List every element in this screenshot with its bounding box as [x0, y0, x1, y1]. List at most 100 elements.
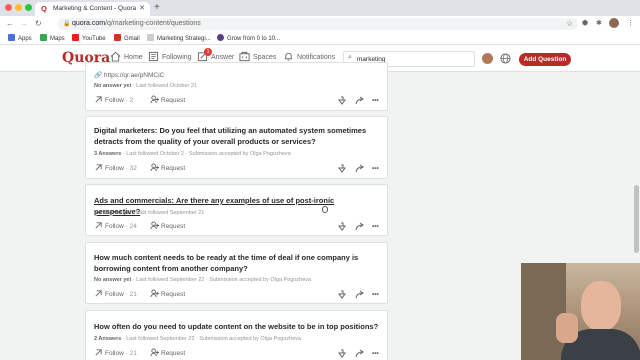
request-icon: [150, 348, 159, 357]
question-title[interactable]: How often do you need to update content …: [94, 322, 382, 333]
puzzle-icon[interactable]: ✱: [596, 19, 602, 29]
question-meta: No answer yet · Last followed September …: [94, 210, 205, 216]
follow-icon: [95, 96, 102, 103]
share-icon[interactable]: [355, 222, 365, 232]
bookmark-apps[interactable]: Apps: [8, 34, 32, 44]
downvote-icon[interactable]: [337, 164, 347, 174]
bookmark-gmail[interactable]: Gmail: [114, 34, 140, 44]
follow-icon: [95, 222, 102, 229]
more-icon[interactable]: •••: [372, 289, 379, 301]
bookmarks-bar: Apps Maps YouTube Gmail Marketing Strate…: [0, 32, 640, 45]
follow-icon: [95, 290, 102, 297]
url-path: /q/marketing-content/questions: [105, 20, 201, 27]
spaces-icon: [239, 51, 250, 62]
follow-icon: [95, 164, 102, 171]
follow-button[interactable]: Follow · 2: [94, 95, 133, 107]
youtube-icon: [72, 34, 79, 41]
grow-icon: [217, 34, 224, 41]
question-link[interactable]: 🔗 https://qr.ae/pNMCiC: [94, 71, 164, 79]
forward-icon[interactable]: →: [20, 18, 28, 30]
downvote-icon[interactable]: [337, 349, 347, 359]
browser-tab[interactable]: Q Marketing & Content - Quora ✕: [35, 2, 150, 16]
following-icon: [148, 51, 159, 62]
follow-button[interactable]: Follow · 24: [94, 221, 137, 233]
request-button[interactable]: Request: [150, 348, 185, 360]
downvote-icon[interactable]: [337, 222, 347, 232]
reload-icon[interactable]: ↻: [35, 18, 42, 30]
question-actions: Follow · 24 Request •••: [94, 221, 379, 233]
question-title[interactable]: Digital marketers: Do you feel that util…: [94, 126, 382, 147]
more-icon[interactable]: •••: [372, 163, 379, 175]
request-icon: [150, 289, 159, 298]
menu-dots-icon[interactable]: ⋮: [627, 19, 634, 29]
page-icon: [147, 34, 154, 41]
question-card: Ads and commercials: Are there any examp…: [85, 184, 388, 236]
follow-icon: [95, 349, 102, 356]
browser-profile-avatar[interactable]: [609, 18, 619, 28]
apps-grid-icon: [8, 34, 15, 41]
share-icon[interactable]: [355, 349, 365, 359]
bookmark-youtube[interactable]: YouTube: [72, 34, 106, 44]
question-card: Digital marketers: Do you feel that util…: [85, 116, 388, 179]
maps-icon: [40, 34, 47, 41]
lock-icon: 🔒: [63, 21, 71, 27]
webcam-overlay: [521, 263, 640, 360]
request-icon: [150, 163, 159, 172]
extension-icon[interactable]: ⬢: [582, 19, 588, 29]
share-icon[interactable]: [355, 290, 365, 300]
request-icon: [150, 221, 159, 230]
globe-icon[interactable]: [500, 53, 511, 64]
question-actions: Follow · 21 Request •••: [94, 348, 379, 360]
share-icon[interactable]: [355, 164, 365, 174]
question-title[interactable]: How much content needs to be ready at th…: [94, 253, 382, 274]
bookmark-star-icon[interactable]: ☆: [566, 18, 573, 30]
bookmark-grow[interactable]: Grow from 0 to 10...: [217, 34, 280, 44]
request-button[interactable]: Request: [150, 221, 185, 233]
scrollbar-thumb[interactable]: [634, 185, 639, 253]
follow-button[interactable]: Follow · 32: [94, 163, 137, 175]
presenter-head: [581, 281, 621, 331]
bookmark-maps[interactable]: Maps: [40, 34, 65, 44]
follow-button[interactable]: Follow · 21: [94, 348, 137, 360]
tab-title: Marketing & Content - Quora: [53, 5, 137, 12]
bookmark-marketing[interactable]: Marketing Strategi...: [147, 34, 211, 44]
quora-favicon-icon: Q: [41, 4, 47, 13]
question-card: How much content needs to be ready at th…: [85, 242, 388, 304]
downvote-icon[interactable]: [337, 96, 347, 106]
question-card: 🔗 https://qr.ae/pNMCiC No answer yet · L…: [85, 62, 388, 111]
minimize-window-icon[interactable]: [15, 4, 22, 11]
question-meta: 2 Answers · Last followed September 22 ·…: [94, 336, 302, 342]
downvote-icon[interactable]: [337, 290, 347, 300]
back-icon[interactable]: ←: [6, 18, 14, 30]
address-bar-row: ← → ↻ 🔒 quora.com/q/marketing-content/qu…: [0, 16, 640, 32]
mouse-cursor: [322, 206, 328, 213]
search-icon: ⌕: [348, 54, 352, 61]
add-question-button[interactable]: Add Question: [519, 53, 571, 66]
follow-button[interactable]: Follow · 21: [94, 289, 137, 301]
bell-icon: [284, 52, 293, 61]
new-tab-icon[interactable]: +: [154, 2, 160, 14]
request-button[interactable]: Request: [150, 95, 185, 107]
more-icon[interactable]: •••: [372, 221, 379, 233]
question-meta: No answer yet · Last followed September …: [94, 277, 312, 283]
question-meta: 3 Answers · Last followed October 2 · Su…: [94, 151, 291, 157]
request-button[interactable]: Request: [150, 163, 185, 175]
request-button[interactable]: Request: [150, 289, 185, 301]
more-icon[interactable]: •••: [372, 348, 379, 360]
url-input[interactable]: 🔒 quora.com/q/marketing-content/question…: [58, 18, 578, 30]
close-window-icon[interactable]: [5, 4, 12, 11]
share-icon[interactable]: [355, 96, 365, 106]
browser-tab-bar: Q Marketing & Content - Quora ✕ +: [0, 0, 640, 16]
more-icon[interactable]: •••: [372, 95, 379, 107]
question-actions: Follow · 2 Request •••: [94, 95, 379, 107]
question-actions: Follow · 32 Request •••: [94, 163, 379, 175]
home-icon: [110, 51, 121, 62]
link-icon: 🔗: [94, 72, 104, 79]
question-actions: Follow · 21 Request •••: [94, 289, 379, 301]
url-host: quora.com: [72, 20, 106, 27]
webcam-background: [521, 263, 566, 360]
user-avatar[interactable]: [482, 53, 493, 64]
question-meta: No answer yet · Last followed October 21: [94, 83, 198, 89]
close-tab-icon[interactable]: ✕: [139, 2, 145, 16]
maximize-window-icon[interactable]: [25, 4, 32, 11]
